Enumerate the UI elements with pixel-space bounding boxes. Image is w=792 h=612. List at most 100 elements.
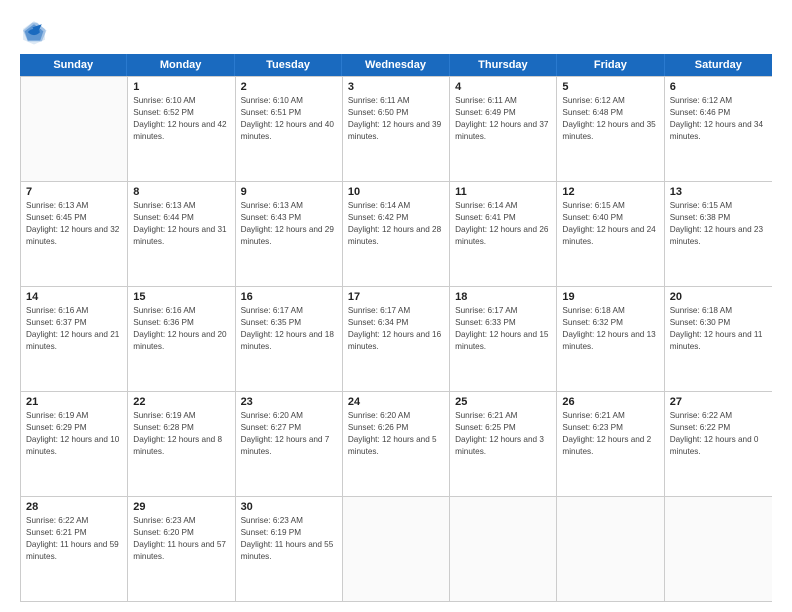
calendar-cell-3: 3 Sunrise: 6:11 AMSunset: 6:50 PMDaylight… bbox=[343, 77, 450, 181]
day-number: 3 bbox=[348, 81, 444, 93]
cell-info: Sunrise: 6:10 AMSunset: 6:52 PMDaylight:… bbox=[133, 95, 229, 143]
page: SundayMondayTuesdayWednesdayThursdayFrid… bbox=[0, 0, 792, 612]
calendar-row-3: 21 Sunrise: 6:19 AMSunset: 6:29 PMDayligh… bbox=[21, 391, 772, 496]
cell-info: Sunrise: 6:21 AMSunset: 6:25 PMDaylight:… bbox=[455, 410, 551, 458]
cell-info: Sunrise: 6:17 AMSunset: 6:35 PMDaylight:… bbox=[241, 305, 337, 353]
calendar-cell-29: 29 Sunrise: 6:23 AMSunset: 6:20 PMDayligh… bbox=[128, 497, 235, 601]
cell-info: Sunrise: 6:11 AMSunset: 6:50 PMDaylight:… bbox=[348, 95, 444, 143]
header-day-thursday: Thursday bbox=[450, 54, 557, 76]
day-number: 11 bbox=[455, 186, 551, 198]
day-number: 25 bbox=[455, 396, 551, 408]
cell-info: Sunrise: 6:14 AMSunset: 6:41 PMDaylight:… bbox=[455, 200, 551, 248]
day-number: 22 bbox=[133, 396, 229, 408]
header-day-friday: Friday bbox=[557, 54, 664, 76]
calendar-cell-15: 15 Sunrise: 6:16 AMSunset: 6:36 PMDayligh… bbox=[128, 287, 235, 391]
calendar-cell-empty-4-5 bbox=[557, 497, 664, 601]
calendar-cell-14: 14Sunrise: 6:16 AMSunset: 6:37 PMDayligh… bbox=[21, 287, 128, 391]
calendar-cell-18: 18 Sunrise: 6:17 AMSunset: 6:33 PMDayligh… bbox=[450, 287, 557, 391]
cell-info: Sunrise: 6:13 AMSunset: 6:45 PMDaylight:… bbox=[26, 200, 122, 248]
day-number: 12 bbox=[562, 186, 658, 198]
calendar-cell-13: 13 Sunrise: 6:15 AMSunset: 6:38 PMDayligh… bbox=[665, 182, 772, 286]
cell-info: Sunrise: 6:13 AMSunset: 6:43 PMDaylight:… bbox=[241, 200, 337, 248]
day-number: 14 bbox=[26, 291, 122, 303]
day-number: 15 bbox=[133, 291, 229, 303]
day-number: 13 bbox=[670, 186, 767, 198]
day-number: 16 bbox=[241, 291, 337, 303]
calendar: SundayMondayTuesdayWednesdayThursdayFrid… bbox=[20, 54, 772, 602]
day-number: 18 bbox=[455, 291, 551, 303]
day-number: 19 bbox=[562, 291, 658, 303]
day-number: 26 bbox=[562, 396, 658, 408]
calendar-body: 1 Sunrise: 6:10 AMSunset: 6:52 PMDaylight… bbox=[20, 76, 772, 602]
calendar-cell-28: 28Sunrise: 6:22 AMSunset: 6:21 PMDayligh… bbox=[21, 497, 128, 601]
day-number: 21 bbox=[26, 396, 122, 408]
day-number: 6 bbox=[670, 81, 767, 93]
calendar-header: SundayMondayTuesdayWednesdayThursdayFrid… bbox=[20, 54, 772, 76]
cell-info: Sunrise: 6:15 AMSunset: 6:40 PMDaylight:… bbox=[562, 200, 658, 248]
day-number: 4 bbox=[455, 81, 551, 93]
calendar-cell-24: 24Sunrise: 6:20 AMSunset: 6:26 PMDayligh… bbox=[343, 392, 450, 496]
day-number: 29 bbox=[133, 501, 229, 513]
calendar-cell-8: 8Sunrise: 6:13 AMSunset: 6:44 PMDaylight… bbox=[128, 182, 235, 286]
calendar-cell-22: 22 Sunrise: 6:19 AMSunset: 6:28 PMDayligh… bbox=[128, 392, 235, 496]
day-number: 17 bbox=[348, 291, 444, 303]
calendar-cell-1: 1 Sunrise: 6:10 AMSunset: 6:52 PMDaylight… bbox=[128, 77, 235, 181]
calendar-cell-2: 2 Sunrise: 6:10 AMSunset: 6:51 PMDaylight… bbox=[236, 77, 343, 181]
calendar-cell-11: 11 Sunrise: 6:14 AMSunset: 6:41 PMDayligh… bbox=[450, 182, 557, 286]
calendar-cell-26: 26 Sunrise: 6:21 AMSunset: 6:23 PMDayligh… bbox=[557, 392, 664, 496]
cell-info: Sunrise: 6:10 AMSunset: 6:51 PMDaylight:… bbox=[241, 95, 337, 143]
cell-info: Sunrise: 6:23 AMSunset: 6:20 PMDaylight:… bbox=[133, 515, 229, 563]
calendar-cell-empty-4-6 bbox=[665, 497, 772, 601]
header-day-tuesday: Tuesday bbox=[235, 54, 342, 76]
calendar-cell-19: 19Sunrise: 6:18 AMSunset: 6:32 PMDayligh… bbox=[557, 287, 664, 391]
calendar-cell-27: 27 Sunrise: 6:22 AMSunset: 6:22 PMDayligh… bbox=[665, 392, 772, 496]
calendar-cell-25: 25 Sunrise: 6:21 AMSunset: 6:25 PMDayligh… bbox=[450, 392, 557, 496]
cell-info: Sunrise: 6:16 AMSunset: 6:36 PMDaylight:… bbox=[133, 305, 229, 353]
day-number: 2 bbox=[241, 81, 337, 93]
cell-info: Sunrise: 6:17 AMSunset: 6:33 PMDaylight:… bbox=[455, 305, 551, 353]
cell-info: Sunrise: 6:21 AMSunset: 6:23 PMDaylight:… bbox=[562, 410, 658, 458]
calendar-cell-4: 4 Sunrise: 6:11 AMSunset: 6:49 PMDaylight… bbox=[450, 77, 557, 181]
header bbox=[20, 18, 772, 46]
header-day-sunday: Sunday bbox=[20, 54, 127, 76]
day-number: 27 bbox=[670, 396, 767, 408]
cell-info: Sunrise: 6:19 AMSunset: 6:28 PMDaylight:… bbox=[133, 410, 229, 458]
day-number: 20 bbox=[670, 291, 767, 303]
calendar-cell-17: 17 Sunrise: 6:17 AMSunset: 6:34 PMDayligh… bbox=[343, 287, 450, 391]
cell-info: Sunrise: 6:19 AMSunset: 6:29 PMDaylight:… bbox=[26, 410, 122, 458]
day-number: 30 bbox=[241, 501, 337, 513]
day-number: 10 bbox=[348, 186, 444, 198]
day-number: 1 bbox=[133, 81, 229, 93]
day-number: 23 bbox=[241, 396, 337, 408]
calendar-row-0: 1 Sunrise: 6:10 AMSunset: 6:52 PMDaylight… bbox=[21, 76, 772, 181]
cell-info: Sunrise: 6:13 AMSunset: 6:44 PMDaylight:… bbox=[133, 200, 229, 248]
cell-info: Sunrise: 6:22 AMSunset: 6:21 PMDaylight:… bbox=[26, 515, 122, 563]
cell-info: Sunrise: 6:11 AMSunset: 6:49 PMDaylight:… bbox=[455, 95, 551, 143]
calendar-cell-30: 30 Sunrise: 6:23 AMSunset: 6:19 PMDayligh… bbox=[236, 497, 343, 601]
day-number: 7 bbox=[26, 186, 122, 198]
cell-info: Sunrise: 6:23 AMSunset: 6:19 PMDaylight:… bbox=[241, 515, 337, 563]
day-number: 5 bbox=[562, 81, 658, 93]
calendar-cell-16: 16 Sunrise: 6:17 AMSunset: 6:35 PMDayligh… bbox=[236, 287, 343, 391]
calendar-row-1: 7 Sunrise: 6:13 AMSunset: 6:45 PMDaylight… bbox=[21, 181, 772, 286]
calendar-row-4: 28Sunrise: 6:22 AMSunset: 6:21 PMDayligh… bbox=[21, 496, 772, 601]
logo bbox=[20, 18, 52, 46]
cell-info: Sunrise: 6:20 AMSunset: 6:26 PMDaylight:… bbox=[348, 410, 444, 458]
cell-info: Sunrise: 6:14 AMSunset: 6:42 PMDaylight:… bbox=[348, 200, 444, 248]
header-day-saturday: Saturday bbox=[665, 54, 772, 76]
cell-info: Sunrise: 6:17 AMSunset: 6:34 PMDaylight:… bbox=[348, 305, 444, 353]
day-number: 9 bbox=[241, 186, 337, 198]
calendar-cell-5: 5Sunrise: 6:12 AMSunset: 6:48 PMDaylight… bbox=[557, 77, 664, 181]
header-day-wednesday: Wednesday bbox=[342, 54, 449, 76]
logo-icon bbox=[20, 18, 48, 46]
calendar-cell-21: 21 Sunrise: 6:19 AMSunset: 6:29 PMDayligh… bbox=[21, 392, 128, 496]
calendar-cell-6: 6 Sunrise: 6:12 AMSunset: 6:46 PMDaylight… bbox=[665, 77, 772, 181]
calendar-cell-7: 7 Sunrise: 6:13 AMSunset: 6:45 PMDaylight… bbox=[21, 182, 128, 286]
cell-info: Sunrise: 6:12 AMSunset: 6:46 PMDaylight:… bbox=[670, 95, 767, 143]
calendar-cell-empty-4-3 bbox=[343, 497, 450, 601]
calendar-row-2: 14Sunrise: 6:16 AMSunset: 6:37 PMDayligh… bbox=[21, 286, 772, 391]
cell-info: Sunrise: 6:15 AMSunset: 6:38 PMDaylight:… bbox=[670, 200, 767, 248]
cell-info: Sunrise: 6:22 AMSunset: 6:22 PMDaylight:… bbox=[670, 410, 767, 458]
calendar-cell-9: 9 Sunrise: 6:13 AMSunset: 6:43 PMDaylight… bbox=[236, 182, 343, 286]
calendar-cell-10: 10 Sunrise: 6:14 AMSunset: 6:42 PMDayligh… bbox=[343, 182, 450, 286]
